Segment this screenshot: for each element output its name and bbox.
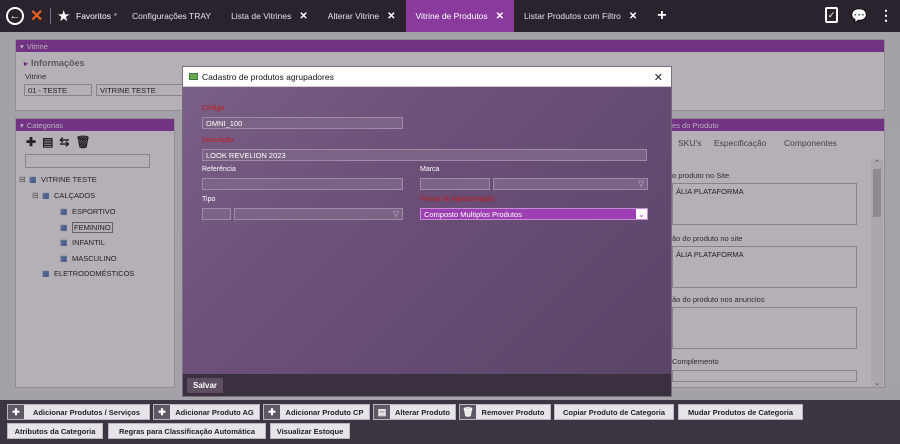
marca-select[interactable]: ▽ <box>493 178 648 190</box>
tab-listar-produtos[interactable]: Listar Produtos com Filtro ✕ <box>514 0 647 32</box>
referencia-label: Referência <box>202 166 236 173</box>
button-label: Remover Produto <box>481 407 545 417</box>
button-label: Adicionar Produto AG <box>175 407 254 417</box>
tab-vitrine-produtos[interactable]: Vitrine de Produtos ✕ <box>405 0 515 32</box>
atributos-categoria-button[interactable]: Atributos da Categoria <box>7 423 103 439</box>
copiar-produto-button[interactable]: Copiar Produto de Categoria <box>554 404 674 420</box>
edit-icon: ▤ <box>374 405 390 419</box>
tab-label: Vitrine de Produtos <box>415 11 488 21</box>
plus-icon: ✚ <box>154 405 170 419</box>
alterar-produto-button[interactable]: ▤ Alterar Produto <box>373 404 456 420</box>
tipo-label: Tipo <box>202 196 216 203</box>
descricao-field[interactable]: LOOK REVELION 2023 <box>202 149 647 161</box>
window-icon <box>189 73 198 80</box>
favorites-menu-dots: ▪ <box>114 10 117 19</box>
select-value: Composto Multiplos Produtos <box>424 209 522 219</box>
referencia-field[interactable] <box>202 178 403 190</box>
plus-icon: ✚ <box>264 405 280 419</box>
forma-apresentacao-select[interactable]: Composto Multiplos Produtos ⌄ <box>420 208 648 220</box>
trash-icon: 🗑 <box>460 405 476 419</box>
visualizar-estoque-button[interactable]: Visualizar Estoque <box>270 423 350 439</box>
clipboard-icon[interactable]: ✓ <box>825 7 838 23</box>
cadastro-dialog: Cadastro de produtos agrupadores ✕ Códig… <box>182 66 672 397</box>
codigo-field[interactable]: OMNI_100 <box>202 117 403 129</box>
forma-apresentacao-label: Forma de Apresentação <box>420 196 495 203</box>
chat-icon[interactable]: 💬 <box>851 8 867 24</box>
tab-label: Lista de Vitrines <box>231 11 292 21</box>
button-label: Adicionar Produtos / Serviços <box>32 407 141 417</box>
top-tab-bar: ← ✕ ★ Favoritos ▪ Configurações TRAY Lis… <box>0 0 900 32</box>
button-label: Adicionar Produto CP <box>285 407 364 417</box>
chevron-down-icon[interactable]: ⌄ <box>636 209 647 219</box>
bottom-action-bar: ✚ Adicionar Produtos / Serviços ✚ Adiciona… <box>0 400 900 444</box>
button-label: Copiar Produto de Categoria <box>562 407 666 417</box>
favorites-label[interactable]: Favoritos <box>76 11 111 21</box>
plus-icon: ✚ <box>8 405 24 419</box>
close-icon[interactable]: ✕ <box>654 71 663 84</box>
tipo-select[interactable]: ▽ <box>234 208 403 220</box>
favorites-star-icon[interactable]: ★ <box>57 7 70 25</box>
more-options-icon[interactable]: ⋮ <box>879 7 893 24</box>
tab-label: Configurações TRAY <box>132 11 212 21</box>
button-label: Alterar Produto <box>394 407 450 417</box>
dialog-footer: Salvar <box>183 374 671 396</box>
close-icon[interactable]: ✕ <box>496 11 504 22</box>
codigo-label: Código <box>202 105 225 112</box>
adicionar-produto-ag-button[interactable]: ✚ Adicionar Produto AG <box>153 404 260 420</box>
save-button[interactable]: Salvar <box>187 377 224 393</box>
tab-label: Alterar Vitrine <box>327 11 380 21</box>
button-label: Atributos da Categoria <box>14 426 96 436</box>
tipo-code-field[interactable] <box>202 208 231 220</box>
app-logo-icon: ✕ <box>30 8 44 25</box>
back-icon[interactable]: ← <box>6 7 24 25</box>
marca-label: Marca <box>420 166 440 173</box>
chevron-down-icon[interactable]: ▽ <box>393 209 399 218</box>
close-icon[interactable]: ✕ <box>299 11 307 22</box>
chevron-down-icon[interactable]: ▽ <box>638 179 644 188</box>
mudar-produtos-button[interactable]: Mudar Produtos de Categoria <box>678 404 803 420</box>
tab-label: Listar Produtos com Filtro <box>524 11 621 21</box>
button-label: Visualizar Estoque <box>276 426 344 436</box>
dialog-title: Cadastro de produtos agrupadores <box>202 71 334 82</box>
adicionar-produtos-button[interactable]: ✚ Adicionar Produtos / Serviços <box>7 404 150 420</box>
tab-lista-vitrines[interactable]: Lista de Vitrines ✕ <box>221 0 318 32</box>
regras-classificacao-button[interactable]: Regras para Classificação Automática <box>108 423 266 439</box>
tab-alterar-vitrine[interactable]: Alterar Vitrine ✕ <box>318 0 406 32</box>
adicionar-produto-cp-button[interactable]: ✚ Adicionar Produto CP <box>263 404 370 420</box>
descricao-label: Descrição <box>202 137 234 144</box>
add-tab-button[interactable]: + <box>647 0 676 32</box>
marca-code-field[interactable] <box>420 178 490 190</box>
button-label: Mudar Produtos de Categoria <box>687 407 793 417</box>
close-icon[interactable]: ✕ <box>629 11 637 22</box>
remover-produto-button[interactable]: 🗑 Remover Produto <box>459 404 551 420</box>
tab-configuracoes-tray[interactable]: Configurações TRAY <box>122 0 221 32</box>
button-label: Regras para Classificação Automática <box>118 426 256 436</box>
dialog-titlebar: Cadastro de produtos agrupadores ✕ <box>183 67 671 87</box>
close-icon[interactable]: ✕ <box>387 11 395 22</box>
